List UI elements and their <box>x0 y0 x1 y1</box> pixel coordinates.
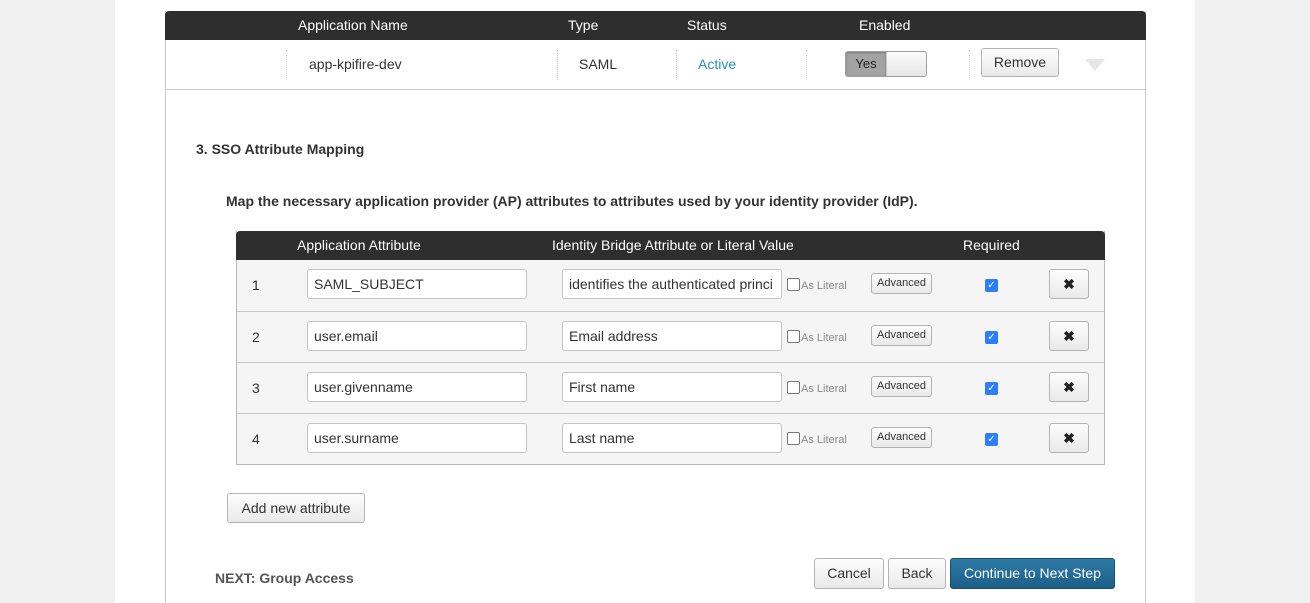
row-number: 2 <box>252 329 260 345</box>
header-required: Required <box>963 237 1020 253</box>
remove-attribute-icon[interactable]: ✖ <box>1049 269 1089 299</box>
required-checkbox[interactable]: ✓ <box>985 433 998 446</box>
application-attribute-input[interactable]: user.givenname <box>307 372 527 402</box>
as-literal-label: As Literal <box>801 383 847 395</box>
identity-bridge-attribute-input[interactable]: identifies the authenticated princi <box>562 269 782 299</box>
page: Application Name Type Status Enabled app… <box>115 0 1195 603</box>
cancel-button[interactable]: Cancel <box>814 558 884 589</box>
row-number: 4 <box>252 431 260 447</box>
mapping-row: 4 user.surname Last name As Literal Advanced… <box>237 413 1104 464</box>
add-attribute-button[interactable]: Add new attribute <box>227 493 365 523</box>
as-literal-label: As Literal <box>801 434 847 446</box>
mapping-table-header: Application Attribute Identity Bridge At… <box>236 231 1105 260</box>
column-divider <box>969 50 970 80</box>
application-attribute-input[interactable]: user.surname <box>307 423 527 453</box>
back-button[interactable]: Back <box>888 558 946 589</box>
header-identity-bridge-attribute: Identity Bridge Attribute or Literal Val… <box>552 237 794 253</box>
remove-attribute-icon[interactable]: ✖ <box>1049 321 1089 351</box>
header-application-attribute: Application Attribute <box>297 237 421 253</box>
app-row: app-kpifire-dev SAML Active Yes Remove <box>166 40 1145 90</box>
app-type: SAML <box>579 56 618 72</box>
row-number: 1 <box>252 277 260 293</box>
required-checkbox[interactable]: ✓ <box>985 382 998 395</box>
required-checkbox[interactable]: ✓ <box>985 331 998 344</box>
advanced-button[interactable]: Advanced <box>871 427 932 448</box>
identity-bridge-attribute-input[interactable]: First name <box>562 372 782 402</box>
column-divider <box>557 50 558 80</box>
application-attribute-input[interactable]: user.email <box>307 321 527 351</box>
identity-bridge-attribute-input[interactable]: Last name <box>562 423 782 453</box>
advanced-button[interactable]: Advanced <box>871 376 932 397</box>
header-enabled: Enabled <box>859 17 911 33</box>
required-checkbox[interactable]: ✓ <box>985 279 998 292</box>
continue-button[interactable]: Continue to Next Step <box>950 558 1115 589</box>
mapping-row: 3 user.givenname First name As Literal Advan… <box>237 362 1104 413</box>
advanced-button[interactable]: Advanced <box>871 273 932 294</box>
chevron-down-icon[interactable] <box>1085 59 1105 71</box>
identity-bridge-attribute-input[interactable]: Email address <box>562 321 782 351</box>
as-literal-checkbox[interactable] <box>787 381 800 394</box>
remove-attribute-icon[interactable]: ✖ <box>1049 423 1089 453</box>
header-status: Status <box>687 17 727 33</box>
mapping-rows: 1 SAML_SUBJECT identifies the authenticate… <box>237 260 1104 464</box>
mapping-row: 1 SAML_SUBJECT identifies the authenticate… <box>237 260 1104 311</box>
as-literal-label: As Literal <box>801 280 847 292</box>
column-divider <box>676 50 677 80</box>
enabled-toggle-label: Yes <box>846 52 886 76</box>
column-divider <box>286 50 287 80</box>
app-status[interactable]: Active <box>698 56 736 72</box>
as-literal-checkbox[interactable] <box>787 278 800 291</box>
next-step-label: NEXT: Group Access <box>215 570 354 586</box>
column-divider <box>806 50 807 80</box>
remove-app-button[interactable]: Remove <box>981 48 1059 77</box>
advanced-button[interactable]: Advanced <box>871 325 932 346</box>
section-title: 3. SSO Attribute Mapping <box>196 141 365 157</box>
toggle-knob[interactable] <box>886 52 926 76</box>
application-attribute-input[interactable]: SAML_SUBJECT <box>307 269 527 299</box>
mapping-row: 2 user.email Email address As Literal Advanc… <box>237 311 1104 362</box>
as-literal-checkbox[interactable] <box>787 330 800 343</box>
header-type: Type <box>568 17 599 33</box>
enabled-toggle[interactable]: Yes <box>845 51 927 77</box>
application-card: Application Name Type Status Enabled app… <box>165 11 1146 603</box>
app-table-header: Application Name Type Status Enabled <box>165 11 1146 40</box>
as-literal-checkbox[interactable] <box>787 432 800 445</box>
attribute-mapping-table: Application Attribute Identity Bridge At… <box>236 231 1105 465</box>
row-number: 3 <box>252 380 260 396</box>
as-literal-label: As Literal <box>801 332 847 344</box>
section-subtitle: Map the necessary application provider (… <box>226 193 918 209</box>
header-application-name: Application Name <box>298 17 408 33</box>
remove-attribute-icon[interactable]: ✖ <box>1049 372 1089 402</box>
app-name: app-kpifire-dev <box>309 56 402 72</box>
